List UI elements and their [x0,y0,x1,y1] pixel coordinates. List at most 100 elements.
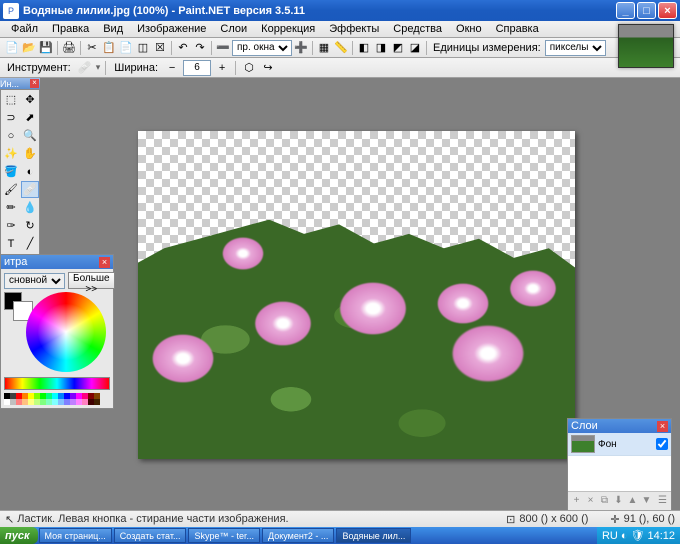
menu-layers[interactable]: Слои [213,22,254,36]
ellipse-select-tool[interactable]: ○ [2,127,20,144]
open-icon[interactable]: 📂 [21,40,37,56]
menu-edit[interactable]: Правка [45,22,96,36]
separator [80,41,81,55]
blend-icon[interactable]: ↪ [260,60,276,76]
deselect-icon[interactable]: ☒ [152,40,168,56]
menu-effects[interactable]: Эффекты [322,22,386,36]
primary-color-select[interactable]: сновной [4,273,65,289]
add-layer-icon[interactable]: + [570,495,583,508]
move-selection-tool[interactable]: ⬈ [21,109,39,126]
menu-tools[interactable]: Средства [386,22,449,36]
layers-titlebar[interactable]: Слои × [568,419,671,433]
recolor-tool[interactable]: ↻ [21,217,39,234]
color-titlebar[interactable]: итра × [1,255,113,269]
zoom-select[interactable]: пр. окна [232,40,292,56]
menu-help[interactable]: Справка [489,22,546,36]
paste-icon[interactable]: 📄 [118,40,134,56]
wand-tool[interactable]: ✨ [2,145,20,162]
close-button[interactable]: × [658,2,677,19]
layer-row[interactable]: Фон [568,433,671,456]
grid-icon[interactable]: ▦ [316,40,332,56]
hue-slider[interactable] [4,377,110,390]
lang-indicator[interactable]: RU [602,530,618,542]
menu-adjust[interactable]: Коррекция [254,22,322,36]
taskbar-item[interactable]: Моя страниц... [39,528,112,543]
panel-icon[interactable]: ◩ [390,40,406,56]
zoom-tool[interactable]: 🔍 [21,127,39,144]
taskbar-item[interactable]: Создать стат... [114,528,187,543]
crop-icon[interactable]: ◫ [135,40,151,56]
minimize-button[interactable]: _ [616,2,635,19]
width-increase-icon[interactable]: + [214,60,230,76]
redo-icon[interactable]: ↷ [192,40,208,56]
panel-icon[interactable]: ◪ [407,40,423,56]
save-icon[interactable]: 💾 [38,40,54,56]
brush-width-input[interactable] [183,60,211,76]
canvas[interactable] [138,131,575,459]
panel-icon[interactable]: ◧ [356,40,372,56]
move-down-icon[interactable]: ▼ [640,495,653,508]
taskbar-item[interactable]: Водяные лил... [336,528,411,543]
move-tool[interactable]: ✥ [21,91,39,108]
start-button[interactable]: пуск [0,527,38,544]
clock[interactable]: 14:12 [647,530,675,542]
taskbar-item[interactable]: Skype™ - ter... [188,528,260,543]
antialias-icon[interactable]: ⬡ [241,60,257,76]
zoom-in-icon[interactable]: ➕ [293,40,309,56]
bucket-tool[interactable]: 🪣 [2,163,20,180]
units-select[interactable]: пикселы [545,40,606,56]
delete-layer-icon[interactable]: × [584,495,597,508]
taskbar-item[interactable]: Документ2 - ... [262,528,334,543]
print-icon[interactable]: 🖨 [61,40,77,56]
menu-image[interactable]: Изображение [130,22,213,36]
color-wheel[interactable] [26,292,106,372]
color-close-icon[interactable]: × [99,257,110,268]
rect-select-tool[interactable]: ⬚ [2,91,20,108]
dropdown-arrow-icon[interactable]: ▾ [96,62,101,73]
lasso-tool[interactable]: ⊃ [2,109,20,126]
menu-window[interactable]: Окно [449,22,489,36]
menu-view[interactable]: Вид [96,22,130,36]
foreground-swatch[interactable] [4,292,22,310]
zoom-out-icon[interactable]: ➖ [215,40,231,56]
gradient-tool[interactable]: ◐ [21,163,39,180]
copy-icon[interactable]: 📋 [101,40,117,56]
layer-visible-checkbox[interactable] [656,438,668,450]
palette-swatch[interactable] [94,399,100,405]
picker-tool[interactable]: 💧 [21,199,39,216]
pencil-tool[interactable]: ✏ [2,199,20,216]
current-tool-icon[interactable]: 🩹 [77,60,93,76]
separator [57,41,58,55]
tool-options-bar: Инструмент: 🩹 ▾ Ширина: − + ⬡ ↪ [0,58,680,78]
cut-icon[interactable]: ✂ [84,40,100,56]
merge-layer-icon[interactable]: ⬇ [612,495,625,508]
move-up-icon[interactable]: ▲ [626,495,639,508]
text-tool[interactable]: T [2,235,20,252]
units-label: Единицы измерения: [430,42,544,54]
tools-titlebar[interactable]: Ин... × [0,78,40,89]
system-tray[interactable]: RU ◐ 🛡 14:12 [597,527,680,544]
ruler-icon[interactable]: 📏 [333,40,349,56]
maximize-button[interactable]: □ [637,2,656,19]
more-button[interactable]: Больше >> [68,272,115,289]
brush-tool[interactable]: 🖌 [2,181,20,198]
width-decrease-icon[interactable]: − [164,60,180,76]
line-tool[interactable]: ╱ [21,235,39,252]
new-icon[interactable]: 📄 [4,40,20,56]
duplicate-layer-icon[interactable]: ⧉ [598,495,611,508]
clone-tool[interactable]: ✑ [2,217,20,234]
navigator-thumbnail[interactable] [618,24,674,68]
layer-props-icon[interactable]: ☰ [656,495,669,508]
tray-icon[interactable]: 🛡 [631,529,645,542]
layers-close-icon[interactable]: × [657,421,668,432]
tools-close-icon[interactable]: × [30,79,39,88]
layers-title: Слои [571,420,598,432]
menu-file[interactable]: Файл [4,22,45,36]
panel-icon[interactable]: ◨ [373,40,389,56]
pan-tool[interactable]: ✋ [21,145,39,162]
lily-flower [328,273,419,345]
color-palette[interactable] [4,393,110,405]
tray-icon[interactable]: ◐ [621,530,628,542]
undo-icon[interactable]: ↶ [175,40,191,56]
eraser-tool[interactable]: 🩹 [21,181,39,198]
